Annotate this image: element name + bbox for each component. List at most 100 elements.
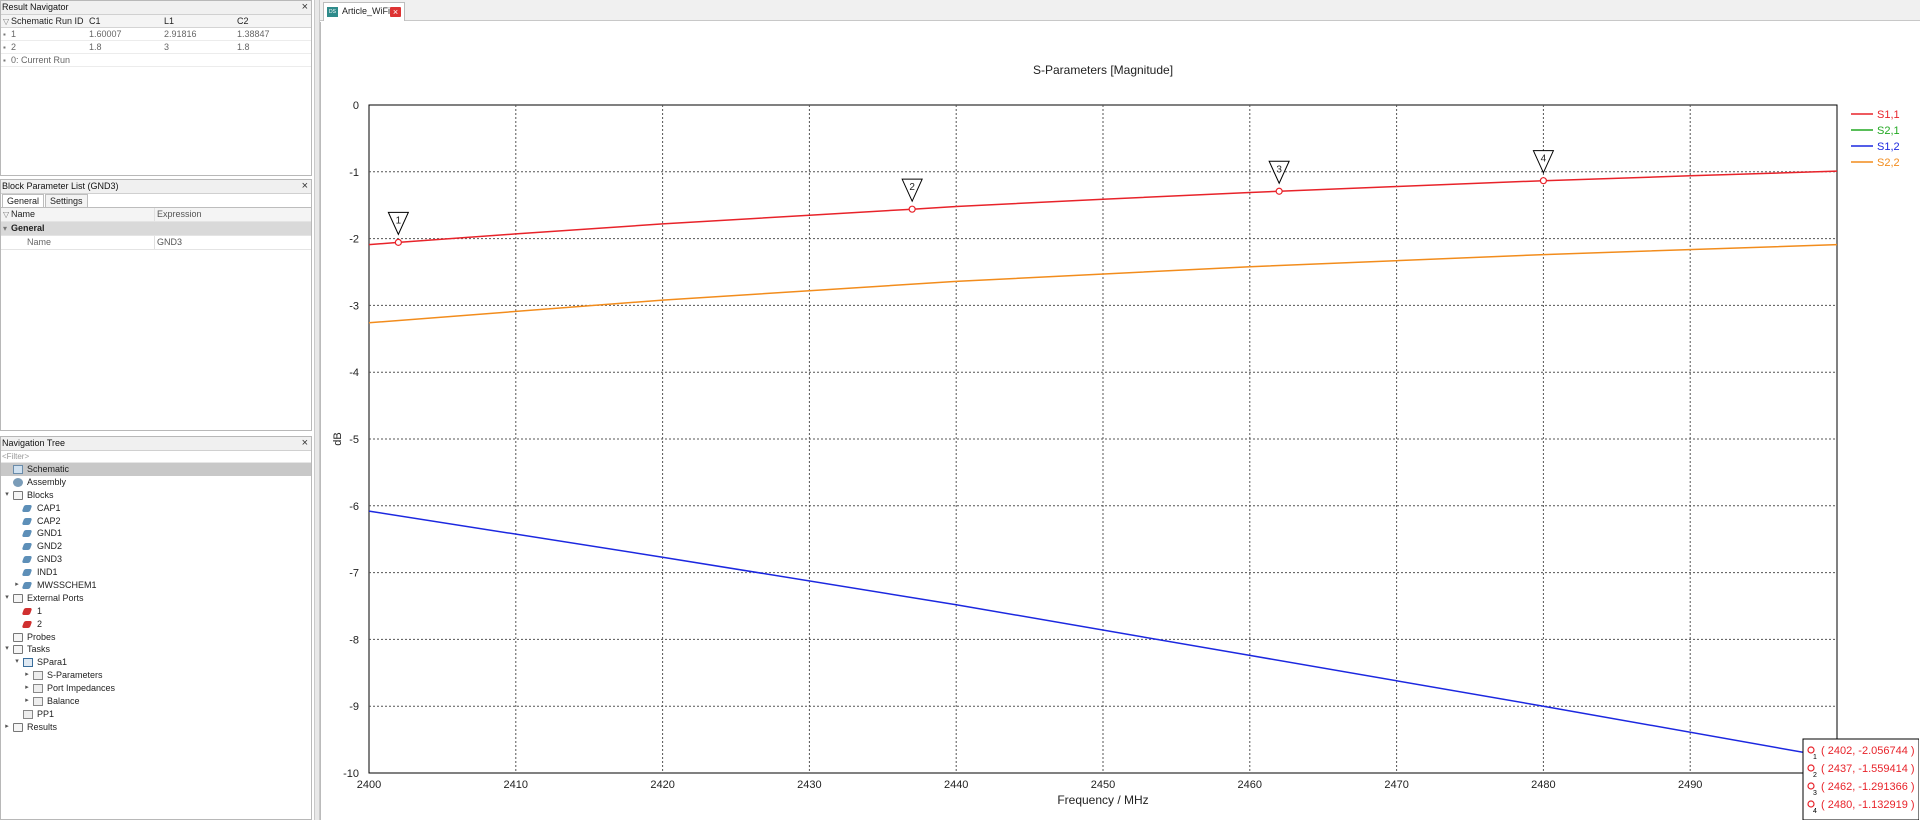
expand-toggle-icon[interactable]: ▸ [23,669,31,682]
expand-toggle-icon[interactable]: ▸ [23,695,31,708]
y-tick-label: -4 [349,367,359,379]
tab-general[interactable]: General [2,194,45,207]
tree-item-label: CAP1 [37,502,61,513]
marker-point[interactable] [908,205,916,213]
tree-item-gnd3[interactable]: GND3 [1,553,311,566]
tree-item-gnd2[interactable]: GND2 [1,540,311,553]
document-tab[interactable]: DS Article_WiFi* × [323,2,405,21]
column-header[interactable]: C1 [89,15,164,27]
marker-flag-label: 2 [909,182,915,193]
x-tick-label: 2460 [1238,779,1262,791]
column-header[interactable]: C2 [237,15,307,27]
expand-toggle-icon[interactable]: ▾ [3,643,11,656]
marker-readout-value: ( 2402, -2.056744 ) [1821,745,1915,757]
column-header[interactable]: Expression [155,208,202,221]
tree-item-label: 2 [37,618,43,629]
result-table-body: ▪ 1 1.60007 2.91816 1.38847 ▪ 2 1.8 3 1.8 ▪ 0: Curr… [1,28,311,67]
tree-item-gnd1[interactable]: GND1 [1,527,311,540]
tree-item-ind1[interactable]: IND1 [1,566,311,579]
table-row[interactable]: ▪ 2 1.8 3 1.8 [1,41,311,54]
tree-item-cap2[interactable]: CAP2 [1,515,311,528]
marker-readout-id: 1 [1813,754,1817,761]
tree-item-balance[interactable]: ▸ Balance [1,695,311,708]
marker-flag-label: 1 [396,215,402,226]
marker-flag-label: 3 [1276,164,1282,175]
value-cell: 3 [164,42,170,52]
folder-icon [13,593,23,603]
run-icon: ▪ [3,43,6,52]
x-tick-label: 2480 [1531,779,1555,791]
close-icon[interactable]: × [302,437,308,450]
tree-item-label: GND2 [37,541,63,552]
legend-entry: S2,1 [1877,125,1900,137]
tree-item-label: GND3 [37,554,63,565]
tree-item-2[interactable]: 2 [1,618,311,631]
panel-title: Result Navigator [2,2,69,12]
marker-readout-value: ( 2437, -1.559414 ) [1821,763,1915,775]
marker-point[interactable] [1539,177,1548,185]
table-row[interactable]: ▪ 1 1.60007 2.91816 1.38847 [1,28,311,41]
filter-icon[interactable]: ▽ [3,15,11,28]
marker-point[interactable] [1275,187,1283,195]
tree-item-assembly[interactable]: Assembly [1,476,311,489]
parameter-group-row[interactable]: ▾ General [1,222,311,236]
tree-item-label: Assembly [27,476,67,487]
postprocess-icon [23,709,33,719]
y-tick-label: -10 [343,768,359,780]
parameter-table-header: ▽ Name Expression [1,208,311,222]
tab-settings[interactable]: Settings [45,194,88,207]
close-icon[interactable]: × [302,180,308,193]
task-icon [23,658,33,668]
tree-item-s-parameters[interactable]: ▸ S-Parameters [1,669,311,682]
x-tick-label: 2470 [1384,779,1408,791]
table-row[interactable]: ▪ 0: Current Run [1,54,311,67]
block-parameter-header: Block Parameter List (GND3) × [1,180,311,194]
expand-toggle-icon[interactable]: ▾ [3,489,11,502]
y-tick-label: -8 [349,634,359,646]
tree-item-port-impedances[interactable]: ▸ Port Impedances [1,682,311,695]
tree-item-probes[interactable]: Probes [1,631,311,644]
folder-icon [13,645,23,655]
tree-item-label: PP1 [37,708,55,719]
column-header[interactable]: L1 [164,15,237,27]
column-header[interactable]: ▽ Name [1,208,155,221]
marker-readout-icon [1807,746,1815,754]
tree-filter-input[interactable]: <Filter> [1,451,311,463]
expand-toggle-icon[interactable]: ▸ [3,721,11,734]
tree-item-cap1[interactable]: CAP1 [1,502,311,515]
tree-item-blocks[interactable]: ▾ Blocks [1,489,311,502]
marker-readout-value: ( 2462, -1.291366 ) [1821,781,1915,793]
x-tick-label: 2490 [1678,779,1702,791]
tree-item-schematic[interactable]: Schematic [1,463,311,476]
expand-toggle-icon[interactable]: ▸ [13,579,21,592]
tree-item-label: External Ports [27,592,84,603]
tree-item-external-ports[interactable]: ▾ External Ports [1,592,311,605]
chevron-down-icon[interactable]: ▾ [3,222,11,235]
expand-toggle-icon[interactable]: ▸ [23,682,31,695]
run-id-cell: ▪ 1 [3,29,17,39]
s-parameter-chart[interactable]: 2400 2410 2420 2430 2440 2450 2460 2470 2480 2490… [321,22,1919,820]
folder-icon [13,722,23,732]
tree-item-1[interactable]: 1 [1,605,311,618]
close-icon[interactable]: × [302,1,308,14]
expand-toggle-icon[interactable]: ▾ [3,592,11,605]
tree-item-mwsschem1[interactable]: ▸ MWSSCHEM1 [1,579,311,592]
folder-icon [13,490,23,500]
close-icon[interactable]: × [390,7,401,17]
marker-flag-label: 4 [1541,154,1547,165]
filter-icon[interactable]: ▽ [3,208,11,221]
tree-item-label: SPara1 [37,657,68,668]
tree-item-label: Probes [27,631,56,642]
parameter-value[interactable]: GND3 [155,236,182,249]
tree-item-tasks[interactable]: ▾ Tasks [1,643,311,656]
tree-item-pp1[interactable]: PP1 [1,708,311,721]
column-header[interactable]: ▽ Schematic Run ID [1,15,89,27]
tree-item-spara1[interactable]: ▾ SPara1 [1,656,311,669]
assembly-icon [13,477,23,487]
expand-toggle-icon[interactable]: ▾ [13,656,21,669]
left-dock: Result Navigator × ▽ Schematic Run ID C1 … [0,0,314,820]
value-cell: 1.8 [237,42,250,52]
parameter-row[interactable]: Name GND3 [1,236,311,250]
tree-item-results[interactable]: ▸ Results [1,721,311,734]
marker-point[interactable] [394,238,402,246]
